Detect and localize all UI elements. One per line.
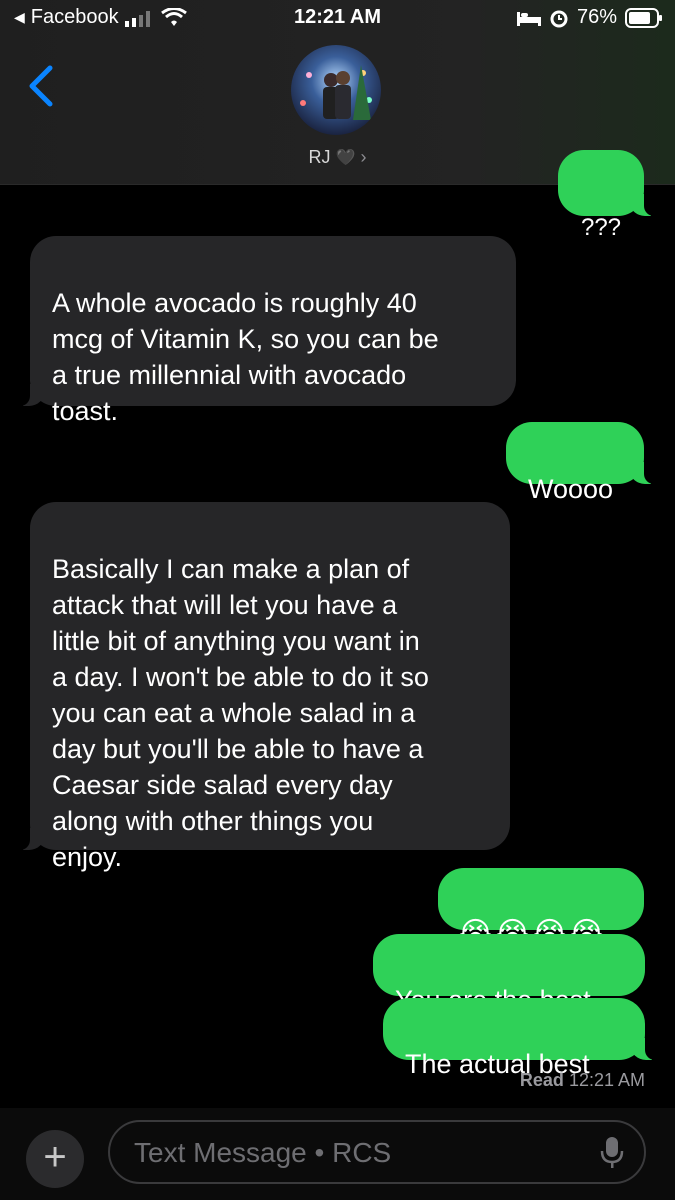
message-text: ??? (580, 214, 622, 241)
message-bubble-outgoing[interactable]: Woooo (506, 422, 656, 504)
add-attachment-button[interactable]: + (26, 1130, 84, 1188)
avatar-photo (291, 45, 381, 135)
message-text: A whole avocado is roughly 40 mcg of Vit… (52, 288, 439, 426)
chevron-right-icon: › (360, 146, 367, 167)
message-field[interactable] (108, 1120, 646, 1184)
message-bubble-outgoing[interactable]: The actual best (383, 998, 657, 1079)
status-right: 76% (516, 6, 663, 29)
message-bubble-outgoing[interactable]: ??? (558, 150, 656, 241)
read-receipt: Read 12:21 AM (520, 1070, 645, 1091)
composer-bar: + (0, 1108, 675, 1200)
contact-avatar[interactable] (291, 45, 381, 135)
read-time: 12:21 AM (568, 1070, 645, 1090)
message-bubble-incoming[interactable]: Basically I can make a plan of attack th… (18, 502, 510, 872)
bed-icon (516, 11, 541, 26)
message-text: Basically I can make a plan of attack th… (52, 554, 429, 872)
battery-percent: 76% (576, 6, 617, 28)
microphone-icon[interactable] (600, 1136, 624, 1170)
contact-emoji: 🖤 (335, 149, 356, 167)
message-bubble-outgoing[interactable]: 😭😭😭😭 (438, 868, 644, 950)
battery-icon (625, 7, 662, 28)
message-text: Woooo (528, 474, 614, 504)
message-input[interactable] (132, 1130, 576, 1176)
message-bubble-incoming[interactable]: A whole avocado is roughly 40 mcg of Vit… (18, 236, 516, 426)
status-bar: ◀ Facebook 12:21 AM 76% (0, 6, 675, 32)
alarm-icon (550, 10, 568, 27)
message-bubble-outgoing[interactable]: You are the best (373, 934, 645, 1015)
read-label: Read (519, 1070, 564, 1090)
back-chevron-icon[interactable] (26, 64, 56, 108)
contact-name: RJ (308, 146, 331, 167)
